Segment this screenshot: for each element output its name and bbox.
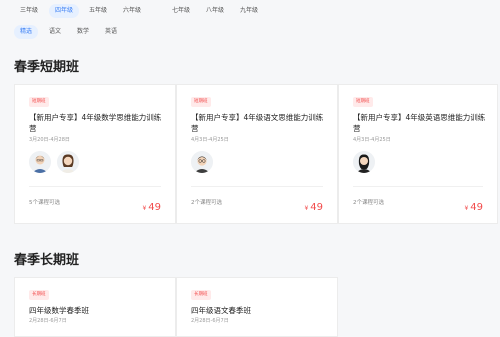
course-type-badge: 短期班	[191, 97, 211, 107]
course-count: 2个课程可选	[191, 200, 222, 206]
grade-tab-3[interactable]: 三年级	[14, 4, 44, 18]
course-title: 四年级语文春季班	[191, 306, 251, 315]
grade-tabs: 三年级 四年级 五年级 六年级 七年级 八年级 九年级	[0, 0, 500, 22]
teacher-avatar	[57, 151, 79, 173]
card-divider	[353, 186, 483, 187]
course-type-badge: 长期班	[29, 290, 49, 300]
course-date: 4月3日-4月25日	[191, 137, 229, 143]
currency-symbol: ¥	[464, 205, 469, 212]
section-title-spring-short: 春季短期班	[14, 60, 80, 75]
course-date: 2月28日-6月7日	[29, 318, 67, 324]
course-card-english-short[interactable]: 短期班 【新用户专享】4年级英语思维能力训练营 4月3日-4月25日 2个课程可…	[338, 84, 498, 224]
price-value: 49	[310, 202, 323, 213]
teacher-avatar	[29, 151, 51, 173]
course-type-badge: 短期班	[29, 97, 49, 107]
grade-tab-4[interactable]: 四年级	[49, 4, 80, 18]
subject-tab-math[interactable]: 数学	[71, 25, 95, 39]
price-value: 49	[470, 202, 483, 213]
teacher-avatar	[191, 151, 213, 173]
course-type-badge: 长期班	[191, 290, 211, 300]
subject-tab-featured[interactable]: 精选	[14, 25, 39, 39]
course-card-math-short[interactable]: 短期班 【新用户专享】4年级数学思维能力训练营 3月20日-4月28日 5个课程…	[14, 84, 176, 224]
course-count: 5个课程可选	[29, 200, 60, 206]
course-price: ¥49	[142, 195, 161, 214]
course-price: ¥49	[304, 195, 323, 214]
course-count: 2个课程可选	[353, 200, 384, 206]
card-divider	[29, 186, 161, 187]
currency-symbol: ¥	[142, 205, 147, 212]
subject-tab-english[interactable]: 英语	[99, 25, 123, 39]
subject-tab-chinese[interactable]: 语文	[43, 25, 67, 39]
grade-tab-8[interactable]: 八年级	[200, 4, 230, 18]
grade-tab-6[interactable]: 六年级	[117, 4, 147, 18]
grade-tab-7[interactable]: 七年级	[166, 4, 196, 18]
course-date: 4月3日-4月25日	[353, 137, 391, 143]
price-value: 49	[148, 202, 161, 213]
subject-tabs: 精选 语文 数学 英语	[0, 24, 500, 40]
course-title: 【新用户专享】4年级语文思维能力训练营	[191, 113, 324, 133]
course-card-math-long[interactable]: 长期班 四年级数学春季班 2月28日-6月7日	[14, 277, 176, 337]
grade-tab-9[interactable]: 九年级	[234, 4, 264, 18]
course-date: 3月20日-4月28日	[29, 137, 70, 143]
course-type-badge: 短期班	[353, 97, 373, 107]
grade-tab-5[interactable]: 五年级	[83, 4, 113, 18]
course-title: 【新用户专享】4年级数学思维能力训练营	[29, 113, 162, 133]
course-title: 【新用户专享】4年级英语思维能力训练营	[353, 113, 486, 133]
course-card-chinese-long[interactable]: 长期班 四年级语文春季班 2月28日-6月7日	[176, 277, 338, 337]
course-card-chinese-short[interactable]: 短期班 【新用户专享】4年级语文思维能力训练营 4月3日-4月25日 2个课程可…	[176, 84, 338, 224]
card-divider	[191, 186, 323, 187]
currency-symbol: ¥	[304, 205, 309, 212]
teacher-avatar	[353, 151, 375, 173]
course-date: 2月28日-6月7日	[191, 318, 229, 324]
course-title: 四年级数学春季班	[29, 306, 89, 315]
course-price: ¥49	[464, 195, 483, 214]
section-title-spring-long: 春季长期班	[14, 253, 80, 268]
